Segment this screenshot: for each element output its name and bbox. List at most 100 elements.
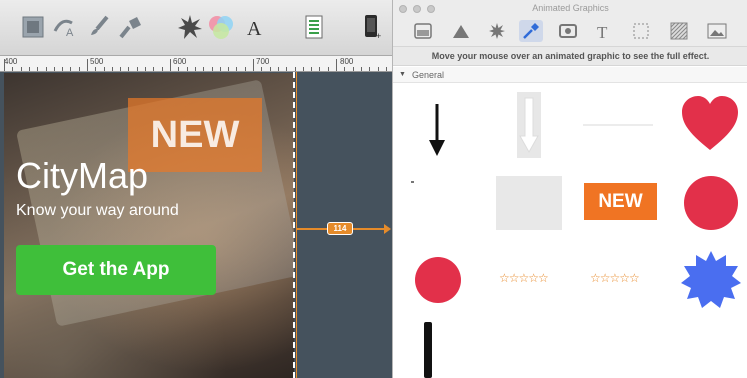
- selection-icon[interactable]: [629, 20, 653, 42]
- ruler-tick: [353, 67, 354, 71]
- ruler-label: 700: [256, 57, 270, 66]
- document-icon[interactable]: [302, 12, 326, 42]
- section-label: General: [411, 69, 444, 80]
- dot-graphic[interactable]: [411, 181, 414, 183]
- device-preview-icon[interactable]: +: [360, 12, 386, 42]
- panel-icon[interactable]: [411, 20, 435, 42]
- ruler-tick: [178, 67, 179, 71]
- ruler-tick: [62, 67, 63, 71]
- svg-text:A: A: [247, 18, 262, 39]
- ruler-tick: [286, 67, 287, 71]
- triangle-icon[interactable]: [449, 20, 473, 42]
- ruler-tick: [162, 67, 163, 71]
- burst-effect-icon[interactable]: [176, 12, 204, 42]
- star-burst-graphic[interactable]: [680, 250, 742, 310]
- ruler-tick: [70, 67, 71, 71]
- heart-graphic[interactable]: [680, 96, 740, 152]
- ruler-tick: [203, 67, 204, 71]
- new-badge-graphic[interactable]: NEW: [584, 183, 657, 220]
- ruler-tick: [87, 59, 88, 71]
- line-graphic[interactable]: [583, 124, 653, 126]
- ruler-tick: [79, 67, 80, 71]
- selection-edge-line: [296, 72, 297, 378]
- ruler-tick: [319, 67, 320, 71]
- paint-tool-icon[interactable]: [116, 12, 144, 42]
- ruler-tick: [187, 67, 188, 71]
- ruler-tick: [12, 67, 13, 71]
- ruler-tick: [261, 67, 262, 71]
- ruler-label: 400: [4, 57, 18, 66]
- circle-small-graphic[interactable]: [413, 256, 463, 304]
- ruler-tick: [344, 67, 345, 71]
- ruler-tick: [220, 67, 221, 71]
- ruler-tick: [212, 67, 213, 71]
- ruler-tick: [245, 67, 246, 71]
- svg-text:T: T: [597, 23, 608, 40]
- ruler-tick: [104, 67, 105, 71]
- get-the-app-button[interactable]: Get the App: [16, 245, 216, 295]
- new-badge[interactable]: NEW: [128, 98, 262, 172]
- star-rating-graphic[interactable]: ☆☆☆☆☆: [499, 271, 549, 285]
- ruler-tick: [303, 67, 304, 71]
- eyedropper-icon[interactable]: [519, 20, 543, 42]
- ruler-tick: [195, 67, 196, 71]
- dashed-guide-line: [293, 72, 295, 378]
- app-tagline[interactable]: Know your way around: [16, 202, 179, 220]
- ruler-label: 500: [90, 57, 104, 66]
- disclosure-triangle-icon[interactable]: ▼: [399, 71, 406, 78]
- ruler-tick: [46, 67, 47, 71]
- hint-bar: Move your mouse over an animated graphic…: [393, 46, 747, 66]
- star-rating-graphic[interactable]: ☆☆☆☆☆: [590, 271, 640, 285]
- ruler-tick: [128, 67, 129, 71]
- arrow-down-outline-graphic[interactable]: [515, 90, 543, 160]
- ruler-tick: [378, 67, 379, 71]
- measurement-label: 114: [327, 222, 353, 235]
- ruler-tick: [386, 67, 387, 71]
- ruler-tick: [120, 67, 121, 71]
- color-wheel-icon[interactable]: [206, 12, 236, 42]
- ruler-tick: [112, 67, 113, 71]
- main-toolbar: A A +: [0, 0, 392, 56]
- palette-title: Animated Graphics: [532, 3, 609, 13]
- text-tool-icon[interactable]: A: [242, 12, 268, 42]
- arrow-down-graphic[interactable]: [425, 100, 449, 160]
- photo-frame-icon[interactable]: [556, 20, 580, 42]
- ruler-tick: [29, 67, 30, 71]
- ruler-tick: [361, 67, 362, 71]
- animated-graphics-palette: Animated Graphics T Move your mouse over…: [392, 0, 747, 378]
- artboard[interactable]: NEW CityMap Know your way around Get the…: [4, 73, 294, 378]
- brush-icon[interactable]: [86, 12, 112, 42]
- ruler-tick: [228, 67, 229, 71]
- artboard-icon[interactable]: [20, 12, 46, 42]
- ruler-tick: [236, 67, 237, 71]
- pattern-icon[interactable]: [667, 20, 691, 42]
- ruler-label: 800: [340, 57, 354, 66]
- palette-titlebar: Animated Graphics: [393, 0, 747, 18]
- circle-graphic[interactable]: [683, 175, 739, 231]
- ruler-tick: [295, 67, 296, 71]
- ruler-tick: [95, 67, 96, 71]
- ruler-tick: [369, 67, 370, 71]
- app-title[interactable]: CityMap: [16, 155, 148, 197]
- horizontal-ruler: 400 500 600 700 800: [0, 56, 392, 72]
- text-on-path-icon[interactable]: A: [52, 12, 80, 42]
- ruler-tick: [145, 67, 146, 71]
- section-header-general[interactable]: ▼ General: [393, 67, 747, 83]
- ruler-tick: [137, 67, 138, 71]
- image-icon[interactable]: [705, 20, 729, 42]
- ruler-tick: [253, 59, 254, 71]
- ruler-tick: [37, 67, 38, 71]
- ruler-tick: [4, 59, 5, 71]
- ruler-tick: [328, 67, 329, 71]
- ruler-tick: [153, 67, 154, 71]
- ruler-tick: [54, 67, 55, 71]
- svg-text:+: +: [376, 31, 381, 40]
- ruler-tick: [170, 59, 171, 71]
- ruler-tick: [270, 67, 271, 71]
- text-icon[interactable]: T: [591, 20, 615, 42]
- vertical-bar-graphic[interactable]: [424, 322, 432, 378]
- square-graphic[interactable]: [496, 176, 562, 230]
- editor-area: A A + 400 500 600 700 800 NEW CityMap Kn…: [0, 0, 392, 378]
- ruler-label: 600: [173, 57, 187, 66]
- burst-icon[interactable]: [485, 20, 509, 42]
